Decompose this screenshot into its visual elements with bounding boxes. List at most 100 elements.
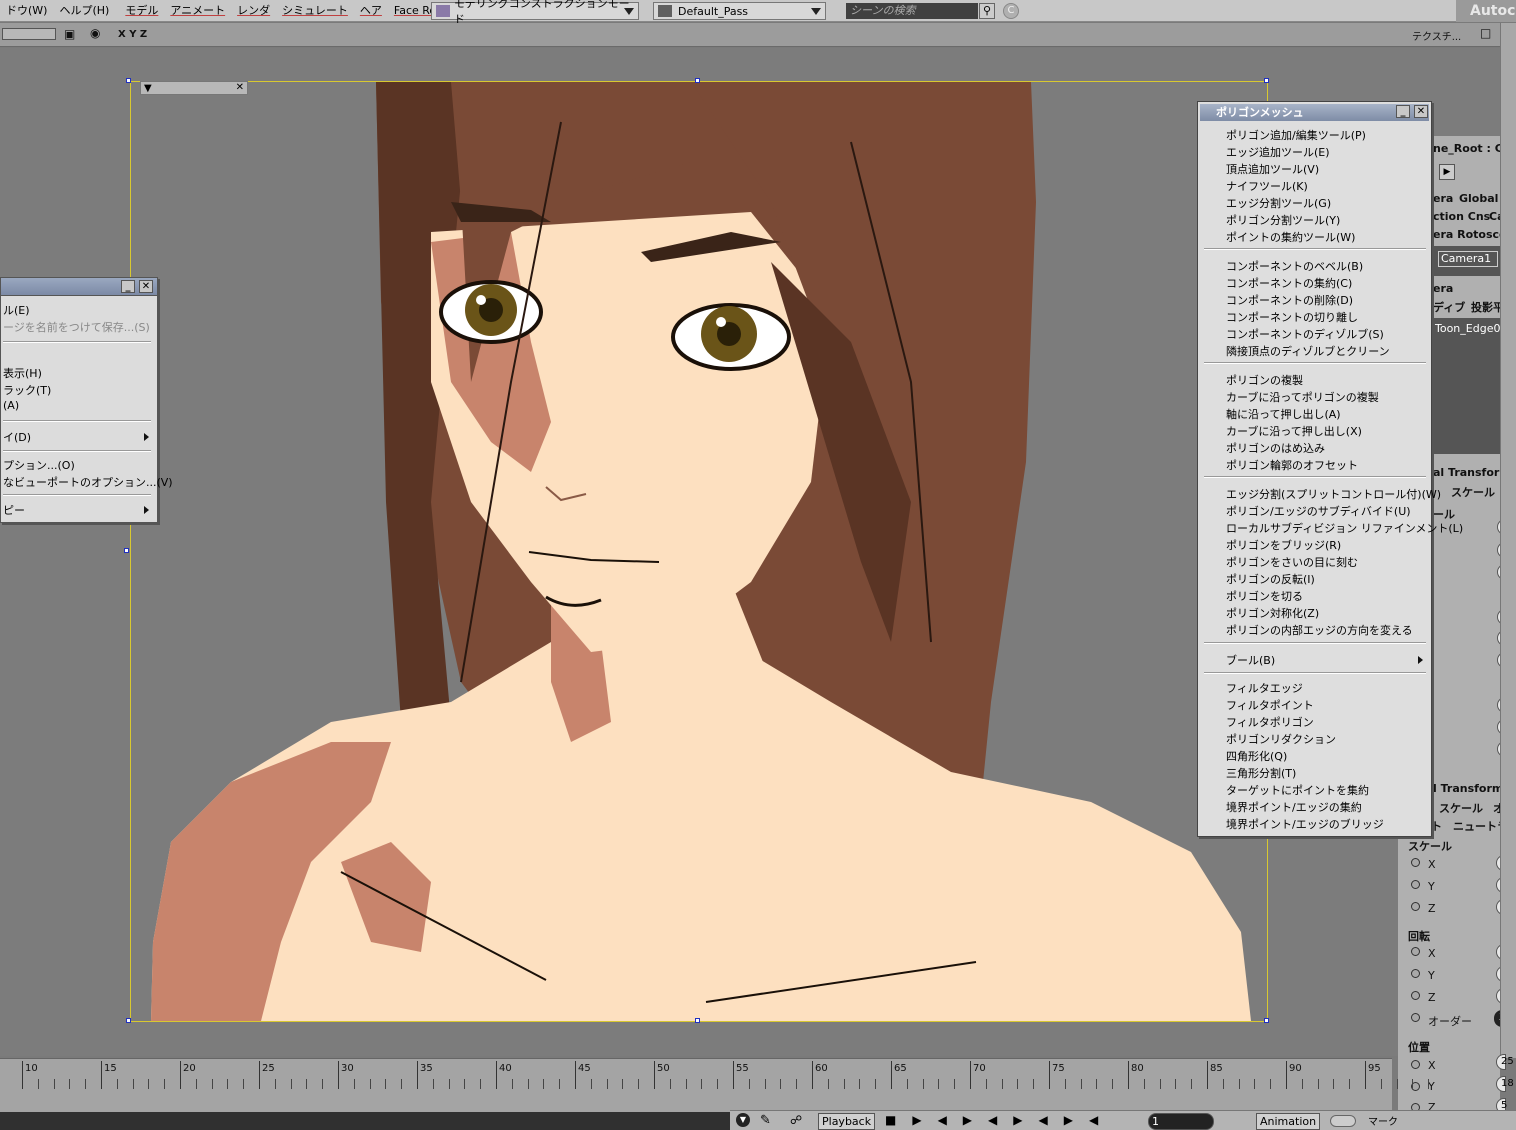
menu-animate[interactable]: アニメート	[164, 0, 231, 22]
polygon-menu-item[interactable]: コンポーネントの集約(C)	[1226, 275, 1352, 291]
toggle-icon[interactable]	[1330, 1115, 1356, 1127]
value-field[interactable]: 0	[1497, 652, 1500, 668]
polygon-menu-item[interactable]: コンポーネントのベベル(B)	[1226, 258, 1363, 274]
scene-search-input[interactable]: シーンの検索	[846, 3, 978, 19]
polygon-menu-item[interactable]: 三角形分割(T)	[1226, 765, 1296, 781]
polygon-menu-item[interactable]: 軸に沿って押し出し(A)	[1226, 406, 1341, 422]
polygon-menu-item[interactable]: 境界ポイント/エッジのブリッジ	[1226, 816, 1384, 832]
polygon-menu-item[interactable]: カーブに沿って押し出し(X)	[1226, 423, 1362, 439]
tab-neutral[interactable]: ニュートラル	[1453, 818, 1500, 834]
polygon-menu-item[interactable]: コンポーネントの切り離し	[1226, 309, 1358, 325]
menu-item[interactable]: プション...(O)	[3, 457, 75, 473]
polygon-menu-item[interactable]: ポリゴンのはめ込み	[1226, 440, 1325, 456]
menu-hair[interactable]: ヘア	[354, 0, 388, 22]
transport-icons[interactable]: ■▶◀▶◀▶◀▶◀	[885, 1113, 1135, 1129]
polygon-menu-item[interactable]: ターゲットにポイントを集約	[1226, 782, 1369, 798]
animation-dot-icon[interactable]	[1411, 991, 1420, 1000]
rotation-z-field[interactable]: 0	[1496, 988, 1500, 1004]
viewport-mini-toolbar[interactable]: ▼ ✕	[140, 81, 248, 95]
menu-simulate[interactable]: シミュレート	[276, 0, 354, 22]
polygon-menu-item[interactable]: エッジ追加ツール(E)	[1226, 144, 1330, 160]
polygon-menu-item[interactable]: ポリゴン輪郭のオフセット	[1226, 457, 1358, 473]
value-field[interactable]: 20	[1497, 719, 1500, 735]
frame-handle[interactable]	[124, 548, 129, 553]
animation-dot-icon[interactable]	[1411, 1060, 1420, 1069]
polygon-menu-item[interactable]: カーブに沿ってポリゴンの複製	[1226, 389, 1379, 405]
frame-handle[interactable]	[126, 78, 131, 83]
marker-label[interactable]: マーク	[1368, 1113, 1398, 1128]
polygon-menu-item[interactable]: ポリゴンをブリッジ(R)	[1226, 537, 1341, 553]
close-icon[interactable]: ✕	[139, 280, 153, 293]
polygon-menu-item[interactable]: ナイフツール(K)	[1226, 178, 1308, 194]
tab-rotoscopy[interactable]: era Rotoscopy	[1433, 228, 1500, 241]
timeline[interactable]: 10 15 20 25 30 35 40 45 50 55 60 65 70 75 80 85 90 95	[0, 1058, 1430, 1112]
polygon-menu-item[interactable]: 境界ポイント/エッジの集約	[1226, 799, 1362, 815]
polygon-menu-item[interactable]: コンポーネントの削除(D)	[1226, 292, 1353, 308]
tab-drive[interactable]: ディブ	[1433, 299, 1465, 315]
camera-icon[interactable]: ▣	[64, 27, 75, 41]
value-field[interactable]: 25	[1497, 697, 1500, 713]
rotation-y-field[interactable]: 43	[1496, 966, 1500, 982]
animation-dot-icon[interactable]	[1411, 902, 1420, 911]
polygon-menu-item[interactable]: ポリゴン対称化(Z)	[1226, 605, 1319, 621]
animation-dot-icon[interactable]	[1411, 947, 1420, 956]
tab-options[interactable]: オプ	[1493, 800, 1500, 816]
toon-edge-item[interactable]: Toon_Edge04	[1435, 322, 1500, 335]
nav-arrow-icon[interactable]: ▶	[1439, 164, 1455, 180]
menu-help[interactable]: ヘルプ(H)	[53, 0, 115, 22]
polygon-menu-item[interactable]: ポリゴンを切る	[1226, 588, 1303, 604]
value-field[interactable]: 43	[1497, 630, 1500, 646]
animation-button[interactable]: Animation	[1256, 1113, 1321, 1130]
polygon-menu-item[interactable]: ポリゴン追加/編集ツール(P)	[1226, 127, 1366, 143]
position-x-field[interactable]: 25	[1496, 1054, 1514, 1070]
value-field[interactable]: 1	[1497, 542, 1500, 558]
polygon-menu-item[interactable]: エッジ分割ツール(G)	[1226, 195, 1331, 211]
eye-icon[interactable]: ◉	[90, 26, 100, 40]
polygon-menu-item[interactable]: 四角形化(Q)	[1226, 748, 1287, 764]
menu-item[interactable]: ピー	[3, 502, 25, 518]
position-y-field[interactable]: 18	[1496, 1076, 1514, 1092]
maximize-viewport-icon[interactable]: □	[1480, 26, 1491, 40]
animation-dot-icon[interactable]	[1411, 1013, 1420, 1022]
close-icon[interactable]: ✕	[1414, 105, 1428, 118]
polygon-menu-item[interactable]: エッジ分割(スプリットコントロール付)(W)	[1226, 486, 1441, 502]
menu-model[interactable]: モデル	[119, 0, 164, 22]
mode-combo[interactable]: モデリングコンストラクションモード	[431, 0, 639, 26]
search-icon[interactable]: ⚲	[979, 3, 995, 19]
polygon-menu-item[interactable]: ポリゴンの反転(I)	[1226, 571, 1315, 587]
polygon-menu-item[interactable]: 隣接頂点のディゾルブとクリーン	[1226, 343, 1390, 359]
menu-item[interactable]: 表示(H)	[3, 365, 42, 381]
tab-scale-2[interactable]: スケール	[1439, 800, 1483, 816]
frame-handle[interactable]	[126, 1018, 131, 1023]
clear-search-icon[interactable]: C	[1003, 3, 1019, 19]
menu-item[interactable]: (A)	[3, 399, 19, 412]
camera-name-field[interactable]: Camera1	[1438, 251, 1498, 267]
polygon-menu-item[interactable]: フィルタエッジ	[1226, 680, 1303, 696]
lock-icon[interactable]: ☍	[790, 1113, 802, 1127]
close-icon[interactable]: ✕	[236, 82, 244, 93]
animation-dot-icon[interactable]	[1411, 858, 1420, 867]
axes-label[interactable]: X Y Z	[118, 29, 147, 40]
rotation-x-field[interactable]: -	[1496, 944, 1500, 960]
dropdown-icon[interactable]: ▼	[144, 83, 152, 94]
polygon-menu-item[interactable]: ポリゴンリダクション	[1226, 731, 1336, 747]
frame-handle[interactable]	[695, 1018, 700, 1023]
animation-dot-icon[interactable]	[1411, 969, 1420, 978]
tab-camera-2[interactable]: Cam	[1489, 210, 1500, 223]
rotation-order-select[interactable]: XY	[1494, 1010, 1500, 1027]
polygon-menu-item[interactable]: ローカルサブディビジョン リファインメント(L)	[1226, 520, 1463, 536]
value-field[interactable]: 25	[1497, 741, 1500, 757]
dropdown-icon[interactable]: ▼	[736, 1113, 750, 1127]
menu-item[interactable]: なビューポートのオプション...(V)	[3, 474, 173, 490]
polygon-menu-item[interactable]: ポリゴンの内部エッジの方向を変える	[1226, 622, 1413, 638]
polygon-menu-item[interactable]: ポリゴン分割ツール(Y)	[1226, 212, 1340, 228]
scale-y-field[interactable]: 1	[1496, 877, 1500, 893]
minimize-icon[interactable]: _	[121, 280, 135, 293]
right-scroll-strip[interactable]	[1500, 23, 1516, 1058]
polygon-menu-item[interactable]: 頂点追加ツール(V)	[1226, 161, 1319, 177]
playback-button[interactable]: Playback	[818, 1113, 876, 1130]
polygon-menu-item[interactable]: コンポーネントのディゾルブ(S)	[1226, 326, 1384, 342]
polygon-menu-item[interactable]: ブール(B)	[1226, 652, 1275, 668]
value-field[interactable]: 1	[1497, 564, 1500, 580]
key-icon[interactable]: ✎	[760, 1113, 771, 1128]
